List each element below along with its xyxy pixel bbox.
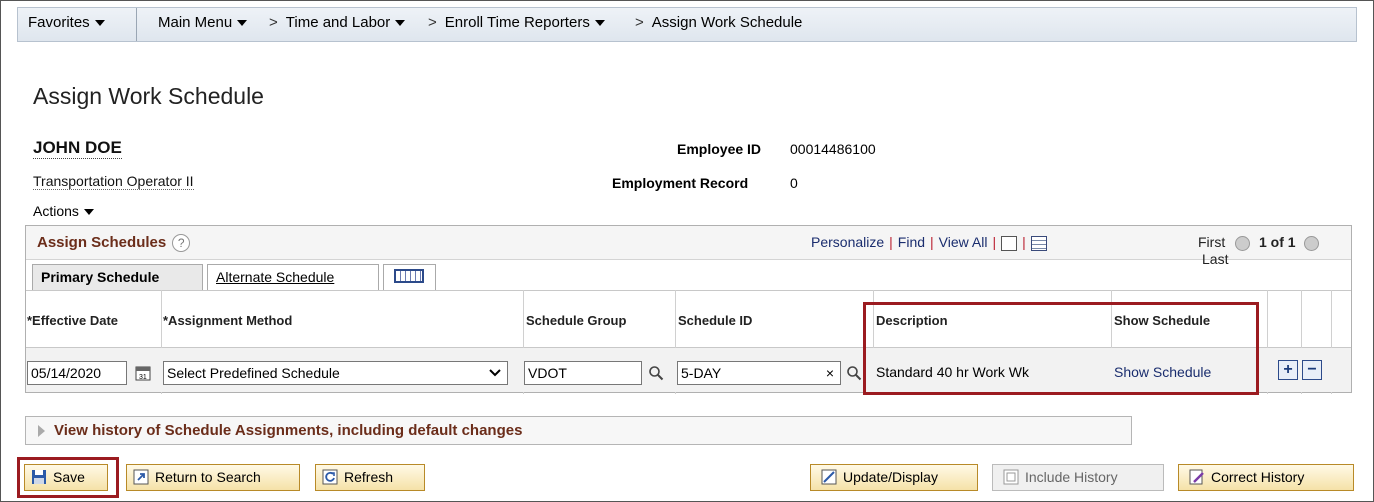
grid-header: Assign Schedules? Personalize | Find | View … bbox=[26, 226, 1351, 267]
clear-icon[interactable]: × bbox=[826, 362, 834, 384]
download-grid-icon[interactable] bbox=[1030, 235, 1047, 251]
last-label[interactable]: Last bbox=[1202, 251, 1228, 267]
favorites-menu[interactable]: Favorites bbox=[28, 8, 105, 41]
assignment-method-select[interactable]: Select Predefined Schedule bbox=[163, 361, 508, 385]
employment-record-label: Employment Record bbox=[612, 175, 749, 191]
chevron-down-icon bbox=[594, 20, 605, 27]
history-label: View history of Schedule Assignments, in… bbox=[54, 422, 523, 439]
grid-pager: First 1 of 1 Last bbox=[1198, 234, 1351, 267]
include-history-button[interactable]: Include History bbox=[992, 464, 1164, 491]
breadcrumb-current: > Assign Work Schedule bbox=[635, 14, 803, 31]
return-arrow-icon bbox=[133, 469, 149, 485]
breadcrumb-time-and-labor[interactable]: > Time and Labor bbox=[269, 8, 406, 41]
tab-primary-schedule[interactable]: Primary Schedule bbox=[32, 264, 203, 290]
highlight-box bbox=[863, 302, 1259, 395]
add-row-button[interactable]: + bbox=[1278, 360, 1298, 380]
show-all-columns-icon[interactable] bbox=[383, 264, 436, 290]
calendar-icon[interactable]: 31 bbox=[135, 365, 151, 381]
tab-alternate-schedule[interactable]: Alternate Schedule bbox=[207, 264, 379, 290]
schedule-group-input[interactable]: VDOT bbox=[524, 361, 642, 385]
chevron-down-icon bbox=[94, 20, 105, 27]
main-menu[interactable]: Main Menu bbox=[158, 8, 248, 41]
view-all-link[interactable]: View All bbox=[939, 234, 988, 250]
view-history-section[interactable]: View history of Schedule Assignments, in… bbox=[25, 416, 1132, 445]
personalize-link[interactable]: Personalize bbox=[811, 234, 884, 250]
breadcrumb-enroll-time-reporters[interactable]: > Enroll Time Reporters bbox=[428, 8, 605, 41]
update-display-icon bbox=[821, 469, 837, 485]
effective-date-input[interactable]: 05/14/2020 bbox=[27, 361, 127, 385]
chevron-down-icon bbox=[237, 20, 248, 27]
col-schedule-id: Schedule ID bbox=[678, 313, 753, 328]
return-to-search-button[interactable]: Return to Search bbox=[126, 464, 300, 491]
col-assignment-method: *Assignment Method bbox=[163, 313, 293, 328]
highlight-box bbox=[17, 457, 119, 498]
breadcrumb-bar: Favorites Main Menu > Time and Labor > Enr… bbox=[17, 7, 1357, 42]
next-icon[interactable] bbox=[1304, 235, 1320, 251]
employee-name[interactable]: JOHN DOE bbox=[33, 138, 122, 159]
svg-text:31: 31 bbox=[139, 374, 147, 381]
employee-job-title[interactable]: Transportation Operator II bbox=[33, 173, 194, 190]
schedule-id-input[interactable]: 5-DAY × bbox=[677, 361, 841, 385]
update-display-button[interactable]: Update/Display bbox=[810, 464, 978, 491]
search-icon[interactable] bbox=[648, 365, 664, 381]
refresh-button[interactable]: Refresh bbox=[315, 464, 425, 491]
col-schedule-group: Schedule Group bbox=[526, 313, 627, 328]
employee-id-value: 00014486100 bbox=[790, 141, 876, 157]
search-icon[interactable] bbox=[846, 365, 862, 381]
employment-record-value: 0 bbox=[790, 175, 798, 191]
find-link[interactable]: Find bbox=[898, 234, 925, 250]
actions-menu[interactable]: Actions bbox=[33, 203, 94, 219]
grid-toolbar: Personalize | Find | View All | | bbox=[811, 234, 1047, 251]
chevron-down-icon bbox=[489, 369, 501, 377]
correct-history-icon bbox=[1189, 469, 1204, 485]
refresh-icon bbox=[322, 469, 338, 485]
nav-divider bbox=[136, 8, 137, 41]
expand-icon bbox=[38, 425, 45, 438]
grid-title: Assign Schedules? bbox=[37, 234, 191, 252]
col-effective-date: *Effective Date bbox=[27, 313, 119, 328]
zoom-grid-icon[interactable] bbox=[1001, 235, 1018, 251]
correct-history-button[interactable]: Correct History bbox=[1178, 464, 1354, 491]
help-icon[interactable]: ? bbox=[172, 234, 191, 252]
delete-row-button[interactable]: − bbox=[1302, 360, 1322, 380]
page-title: Assign Work Schedule bbox=[33, 83, 264, 109]
chevron-down-icon bbox=[83, 209, 94, 216]
chevron-down-icon bbox=[395, 20, 406, 27]
prev-icon[interactable] bbox=[1235, 235, 1251, 251]
row-count: 1 of 1 bbox=[1259, 234, 1296, 250]
first-label[interactable]: First bbox=[1198, 234, 1225, 250]
employee-id-label: Employee ID bbox=[677, 141, 762, 157]
include-history-icon bbox=[1003, 469, 1019, 485]
